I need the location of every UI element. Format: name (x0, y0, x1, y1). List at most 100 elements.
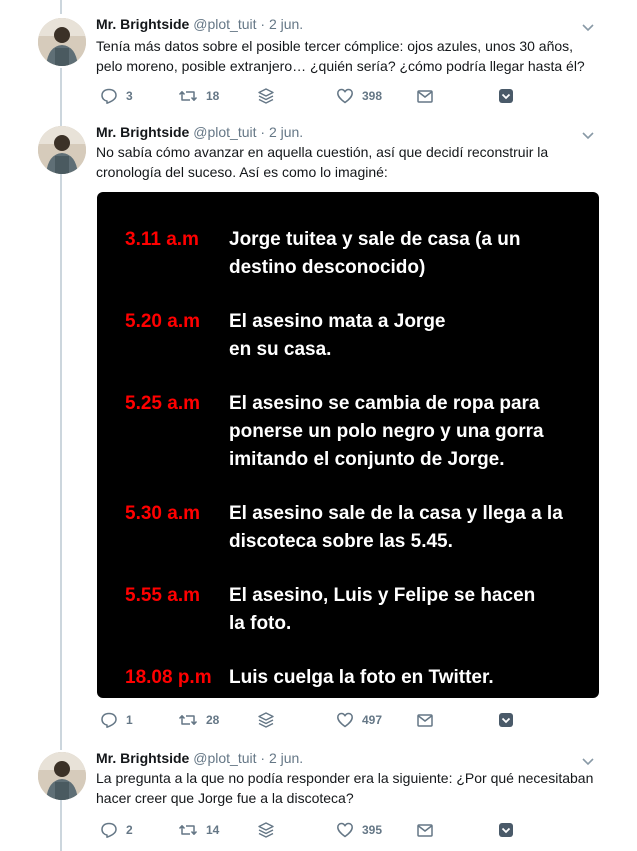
like-icon (337, 712, 353, 728)
author-name[interactable]: Mr. Brightside (96, 124, 189, 140)
tweet-date[interactable]: 2 jun. (269, 16, 303, 32)
author-handle[interactable]: @plot_tuit (193, 750, 256, 766)
tweet-actions: 2 14 395 (96, 820, 616, 840)
tweet-text: No sabía cómo avanzar en aquella cuestió… (96, 142, 596, 182)
tweet-text-line: pelo moreno, posible extranjero… ¿quién … (96, 58, 585, 74)
share-icon (499, 823, 513, 837)
stack-button[interactable] (257, 710, 275, 730)
timeline-description: Jorge tuitea y sale de casa (a un destin… (229, 226, 589, 282)
like-button[interactable]: 497 (336, 710, 382, 730)
timeline-description-line: El asesino, Luis y Felipe se hacen (229, 585, 536, 606)
stack-icon (258, 712, 274, 728)
tweet-1[interactable]: Mr. Brightside @plot_tuit · 2 jun. Tenía… (0, 14, 637, 114)
avatar[interactable] (38, 752, 86, 800)
stack-button[interactable] (257, 86, 275, 106)
dm-icon (417, 90, 433, 103)
tweet-text-line: Tenía más datos sobre el posible tercer … (96, 38, 574, 54)
like-count: 497 (362, 713, 383, 727)
tweet-3[interactable]: Mr. Brightside @plot_tuit · 2 jun. La pr… (0, 748, 637, 851)
tweet-actions: 3 18 398 (96, 86, 616, 106)
dm-icon (417, 824, 433, 837)
stack-button[interactable] (257, 820, 275, 840)
tweet-header: Mr. Brightside @plot_tuit · 2 jun. (96, 14, 303, 34)
timeline-description-line: El asesino se cambia de ropa para (229, 393, 540, 414)
share-icon (499, 89, 513, 103)
timeline-description-line: destino desconocido) (229, 257, 426, 278)
dm-button[interactable] (416, 820, 434, 840)
share-icon (499, 713, 513, 727)
author-handle[interactable]: @plot_tuit (193, 124, 256, 140)
reply-button[interactable]: 3 (100, 86, 133, 106)
timeline-description: Luis cuelga la foto en Twitter. (229, 664, 589, 692)
reply-count: 3 (126, 89, 133, 103)
author-handle[interactable]: @plot_tuit (193, 16, 256, 32)
tweet-text-line: cronología del suceso. Así es como lo im… (96, 164, 388, 180)
timeline-description: El asesino mata a Jorge en su casa. (229, 308, 589, 364)
timeline-description-line: El asesino mata a Jorge (229, 311, 446, 332)
timeline-description-line: en su casa. (229, 339, 332, 360)
like-button[interactable]: 395 (336, 820, 382, 840)
like-icon (337, 822, 353, 838)
retweet-button[interactable]: 18 (178, 86, 219, 106)
reply-count: 1 (126, 713, 133, 727)
tweet-text-line: La pregunta a la que no podía responder … (96, 770, 594, 786)
timeline-time: 5.55 a.m (125, 585, 200, 606)
dm-button[interactable] (416, 710, 434, 730)
separator-dot: · (260, 124, 266, 140)
separator-dot: · (260, 750, 266, 766)
timeline-time: 3.11 a.m (125, 229, 199, 250)
dm-icon (417, 714, 433, 727)
share-button[interactable] (497, 710, 515, 730)
tweet-actions: 1 28 497 (96, 710, 616, 730)
timeline-description-line: El asesino sale de la casa y llega a la (229, 503, 563, 524)
tweet-date[interactable]: 2 jun. (269, 124, 303, 140)
timeline-description-line: discoteca sobre las 5.45. (229, 531, 453, 552)
retweet-count: 14 (206, 823, 220, 837)
avatar[interactable] (38, 126, 86, 174)
tweet-text: La pregunta a la que no podía responder … (96, 768, 616, 808)
like-count: 395 (362, 823, 383, 837)
tweet-header: Mr. Brightside @plot_tuit · 2 jun. (96, 748, 303, 768)
timeline-time: 5.20 a.m (125, 311, 200, 332)
timeline-description: El asesino se cambia de ropa para poners… (229, 390, 589, 474)
retweet-count: 18 (206, 89, 220, 103)
share-button[interactable] (497, 86, 515, 106)
timeline-description-line: la foto. (229, 613, 292, 634)
like-count: 398 (362, 89, 383, 103)
timeline-description-line: ponerse un polo negro y una gorra (229, 421, 544, 442)
retweet-icon (178, 825, 198, 835)
retweet-icon (178, 715, 198, 725)
reply-button[interactable]: 1 (100, 710, 133, 730)
thread-line-top (60, 0, 62, 14)
reply-count: 2 (126, 823, 133, 837)
timeline-description-line: imitando el conjunto de Jorge. (229, 449, 505, 470)
tweet-date[interactable]: 2 jun. (269, 750, 303, 766)
chevron-down-icon[interactable] (580, 20, 596, 36)
retweet-button[interactable]: 14 (178, 820, 219, 840)
tweet-text-line: No sabía cómo avanzar en aquella cuestió… (96, 144, 549, 160)
author-name[interactable]: Mr. Brightside (96, 16, 189, 32)
reply-icon (101, 822, 117, 838)
reply-icon (101, 88, 117, 104)
retweet-icon (178, 91, 198, 101)
timeline-description-line: Luis cuelga la foto en Twitter. (229, 667, 494, 688)
timeline-description-line: Jorge tuitea y sale de casa (a un (229, 229, 521, 250)
author-name[interactable]: Mr. Brightside (96, 750, 189, 766)
tweet-header: Mr. Brightside @plot_tuit · 2 jun. (96, 122, 303, 142)
like-button[interactable]: 398 (336, 86, 382, 106)
reply-button[interactable]: 2 (100, 820, 133, 840)
share-button[interactable] (497, 820, 515, 840)
stack-icon (258, 822, 274, 838)
tweet-text-line: hacer creer que Jorge fue a la discoteca… (96, 790, 354, 806)
separator-dot: · (260, 16, 266, 32)
tweet-text: Tenía más datos sobre el posible tercer … (96, 36, 596, 76)
timeline-description: El asesino sale de la casa y llega a la … (229, 500, 589, 556)
stack-icon (258, 88, 274, 104)
timeline-description: El asesino, Luis y Felipe se hacen la fo… (229, 582, 589, 638)
retweet-count: 28 (206, 713, 220, 727)
timeline-image[interactable]: 3.11 a.m Jorge tuitea y sale de casa (a … (97, 192, 599, 698)
avatar[interactable] (38, 18, 86, 66)
retweet-button[interactable]: 28 (178, 710, 219, 730)
dm-button[interactable] (416, 86, 434, 106)
timeline-time: 5.30 a.m (125, 503, 200, 524)
